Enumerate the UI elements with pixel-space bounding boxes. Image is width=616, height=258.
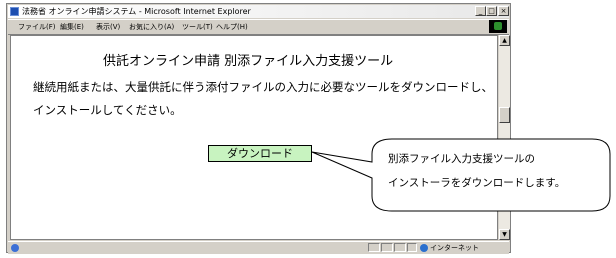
callout-balloon bbox=[311, 138, 611, 212]
callout-line-2: インストーラをダウンロードします。 bbox=[388, 177, 566, 189]
callout-line-1: 別添ファイル入力支援ツールの bbox=[388, 153, 535, 165]
callout-text: 別添ファイル入力支援ツールの インストーラをダウンロードします。 bbox=[388, 147, 565, 195]
